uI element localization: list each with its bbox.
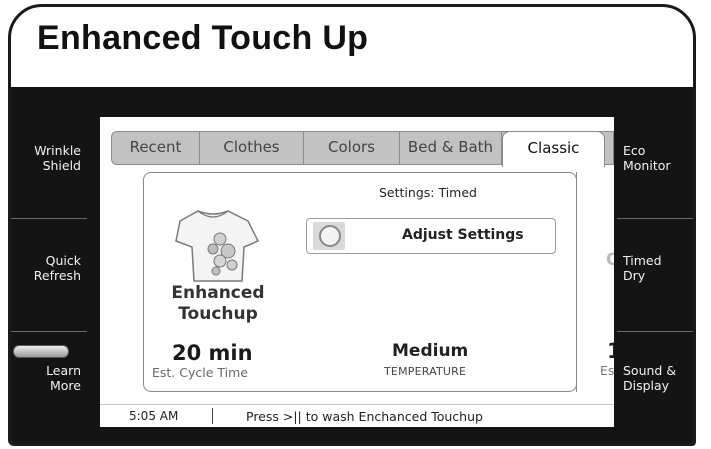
settings-label: Settings: Timed (379, 185, 477, 200)
shirt-icon (175, 210, 260, 282)
tab-bar: Recent Clothes Colors Bed & Bath Classic (111, 131, 614, 167)
cycle-time-value: 20 min (172, 341, 253, 365)
temperature-caption: TEMPERATURE (384, 365, 467, 378)
page-title: Enhanced Touch Up (37, 19, 369, 57)
control-panel: Wrinkle Shield Quick Refresh Learn More … (11, 87, 693, 443)
left-divider-1 (11, 218, 87, 219)
right-divider-2 (617, 331, 693, 332)
tab-clothes[interactable]: Clothes (200, 131, 304, 165)
right-divider-1 (617, 218, 693, 219)
dial-icon (313, 222, 345, 250)
cycle-name-line-2: Touchup (178, 304, 258, 324)
adjust-settings-label: Adjust Settings (402, 227, 524, 243)
wrinkle-shield-button[interactable]: Wrinkle Shield (15, 143, 81, 173)
learn-more-button[interactable]: Learn More (15, 363, 81, 393)
device-frame: Enhanced Touch Up Wrinkle Shield Quick R… (8, 4, 696, 446)
next-cycle-letter: Q (606, 250, 614, 270)
status-message: Press >|| to wash Enchanced Touchup (246, 409, 483, 424)
tab-classic[interactable]: Classic (502, 131, 605, 167)
clock-time: 5:05 AM (129, 409, 179, 423)
quick-refresh-button[interactable]: Quick Refresh (15, 253, 81, 283)
tab-recent[interactable]: Recent (112, 131, 200, 165)
temperature-value: Medium (392, 341, 469, 361)
sound-display-button[interactable]: Sound & Display (623, 363, 693, 393)
status-separator (212, 408, 213, 424)
status-bar: 5:05 AM Press >|| to wash Enchanced Touc… (100, 404, 614, 427)
cycle-name-line-1: Enhanced (171, 283, 265, 303)
timed-dry-button[interactable]: Timed Dry (623, 253, 693, 283)
eco-monitor-button[interactable]: Eco Monitor (623, 143, 693, 173)
cycle-time-caption: Est. Cycle Time (152, 365, 248, 380)
next-cycle-caption: Est (600, 363, 614, 378)
tab-colors[interactable]: Colors (304, 131, 400, 165)
cycle-card[interactable]: Settings: Timed Adjust Settings Enhanced… (143, 172, 577, 392)
adjust-settings-button[interactable]: Adjust Settings (306, 218, 556, 254)
display-screen: Recent Clothes Colors Bed & Bath Classic… (100, 117, 614, 427)
next-cycle-digit: 1 (607, 339, 614, 363)
learn-more-indicator (13, 345, 69, 358)
cycle-name: Enhanced Touchup (154, 283, 282, 325)
left-divider-2 (11, 331, 87, 332)
tab-bed-bath[interactable]: Bed & Bath (400, 131, 502, 165)
